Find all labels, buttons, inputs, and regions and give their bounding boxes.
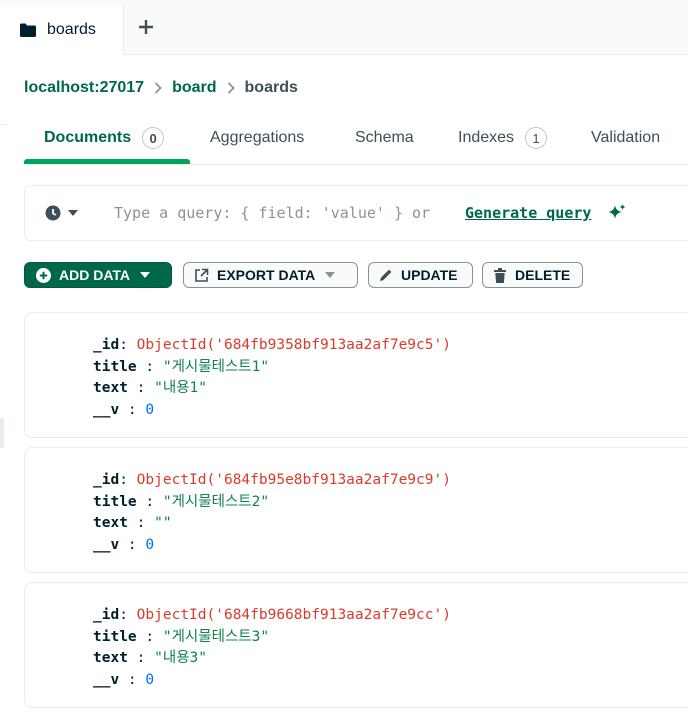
add-data-label: ADD DATA	[59, 267, 131, 283]
tab-boards[interactable]: boards	[0, 5, 124, 55]
clock-icon	[45, 205, 61, 221]
document-fields: _id: ObjectId('684fb9358bf913aa2af7e9c5'…	[93, 335, 451, 421]
document-card[interactable]: _id: ObjectId('684fb95e8bf913aa2af7e9c9'…	[24, 447, 688, 573]
field-value[interactable]: "내용1"	[154, 380, 207, 396]
collection-tabs: Documents 0 Aggregations Schema Indexes …	[24, 112, 688, 165]
chevron-right-icon	[154, 82, 162, 94]
field-row: text : "내용3"	[93, 650, 207, 666]
tab-label: boards	[47, 21, 96, 38]
breadcrumb: localhost:27017 board boards	[24, 76, 298, 100]
delete-button[interactable]: DELETE	[482, 262, 583, 288]
export-icon	[194, 268, 209, 283]
tab-bar: boards	[0, 0, 688, 55]
document-fields: _id: ObjectId('684fb95e8bf913aa2af7e9c9'…	[93, 470, 451, 556]
query-bar[interactable]: Type a query: { field: 'value' } or Gene…	[24, 185, 688, 241]
tab-label: Schema	[355, 129, 414, 146]
breadcrumb-host[interactable]: localhost:27017	[24, 79, 144, 97]
tab-label: Indexes	[458, 129, 515, 146]
field-value[interactable]: "내용3"	[154, 650, 207, 666]
field-key: __v	[93, 401, 120, 418]
field-key: _id	[93, 337, 120, 353]
tab-documents[interactable]: Documents 0	[44, 112, 165, 164]
tab-schema[interactable]: Schema	[355, 112, 414, 164]
field-value[interactable]: ObjectId('684fb9668bf913aa2af7e9cc')	[137, 607, 451, 623]
field-value[interactable]: "게시물테스트3"	[163, 629, 269, 645]
trash-icon	[493, 267, 507, 283]
query-history-button[interactable]	[45, 205, 78, 221]
field-value[interactable]: ""	[154, 515, 171, 531]
tab-validation[interactable]: Validation	[591, 112, 660, 164]
field-row: _id: ObjectId('684fb9358bf913aa2af7e9c5'…	[93, 337, 451, 353]
field-key: title	[93, 358, 137, 375]
field-key: title	[93, 493, 137, 510]
active-tab-indicator	[24, 159, 190, 164]
document-card[interactable]: _id: ObjectId('684fb9358bf913aa2af7e9c5'…	[24, 312, 688, 438]
sparkle-icon	[607, 203, 627, 228]
tab-aggregations[interactable]: Aggregations	[210, 112, 304, 164]
export-data-button[interactable]: EXPORT DATA	[183, 262, 358, 288]
caret-down-icon	[325, 272, 336, 278]
field-key: __v	[93, 671, 120, 688]
field-key: __v	[93, 536, 120, 553]
add-data-button[interactable]: ADD DATA	[24, 262, 172, 288]
field-row: _id: ObjectId('684fb9668bf913aa2af7e9cc'…	[93, 607, 451, 623]
new-tab-button[interactable]	[135, 16, 157, 38]
field-key: title	[93, 628, 137, 645]
export-data-label: EXPORT DATA	[217, 267, 316, 283]
pencil-icon	[379, 268, 393, 282]
plus-circle-icon	[36, 267, 51, 283]
field-key: _id	[93, 607, 120, 623]
field-row: title : "게시물테스트2"	[93, 493, 270, 510]
field-row: text : "내용1"	[93, 380, 207, 396]
divider	[0, 418, 4, 448]
count-badge: 0	[142, 127, 165, 149]
field-value[interactable]: "게시물테스트1"	[163, 359, 269, 375]
document-card[interactable]: _id: ObjectId('684fb9668bf913aa2af7e9cc'…	[24, 582, 688, 708]
tab-label: Documents	[44, 129, 132, 146]
breadcrumb-database[interactable]: board	[172, 79, 216, 97]
field-row: _id: ObjectId('684fb95e8bf913aa2af7e9c9'…	[93, 472, 451, 488]
folder-icon	[20, 23, 36, 37]
caret-down-icon	[68, 210, 78, 216]
tab-label: Aggregations	[210, 129, 305, 146]
field-value[interactable]: "게시물테스트2"	[163, 494, 269, 510]
field-key: text	[93, 650, 128, 666]
update-label: UPDATE	[401, 267, 458, 283]
field-value[interactable]: 0	[145, 537, 154, 553]
field-row: __v : 0	[93, 401, 155, 418]
query-input[interactable]: Type a query: { field: 'value' } or	[114, 204, 430, 222]
count-badge: 1	[525, 127, 548, 149]
field-key: text	[93, 380, 128, 396]
delete-label: DELETE	[515, 267, 571, 283]
tab-indexes[interactable]: Indexes 1	[458, 112, 548, 164]
field-row: __v : 0	[93, 671, 155, 688]
document-fields: _id: ObjectId('684fb9668bf913aa2af7e9cc'…	[93, 605, 451, 691]
caret-down-icon	[140, 272, 151, 278]
chevron-right-icon	[227, 82, 235, 94]
field-value[interactable]: ObjectId('684fb9358bf913aa2af7e9c5')	[137, 337, 451, 353]
divider	[0, 124, 6, 125]
field-row: text : ""	[93, 515, 172, 531]
breadcrumb-collection: boards	[244, 79, 298, 96]
plus-icon	[139, 20, 153, 34]
tab-label: Validation	[591, 129, 661, 146]
field-row: title : "게시물테스트1"	[93, 358, 270, 375]
update-button[interactable]: UPDATE	[368, 262, 473, 288]
field-value[interactable]: ObjectId('684fb95e8bf913aa2af7e9c9')	[137, 472, 451, 488]
field-key: text	[93, 515, 128, 531]
generate-query-link[interactable]: Generate query	[465, 204, 591, 222]
field-value[interactable]: 0	[145, 402, 154, 418]
field-value[interactable]: 0	[145, 672, 154, 688]
field-key: _id	[93, 472, 120, 488]
field-row: __v : 0	[93, 536, 155, 553]
field-row: title : "게시물테스트3"	[93, 628, 270, 645]
